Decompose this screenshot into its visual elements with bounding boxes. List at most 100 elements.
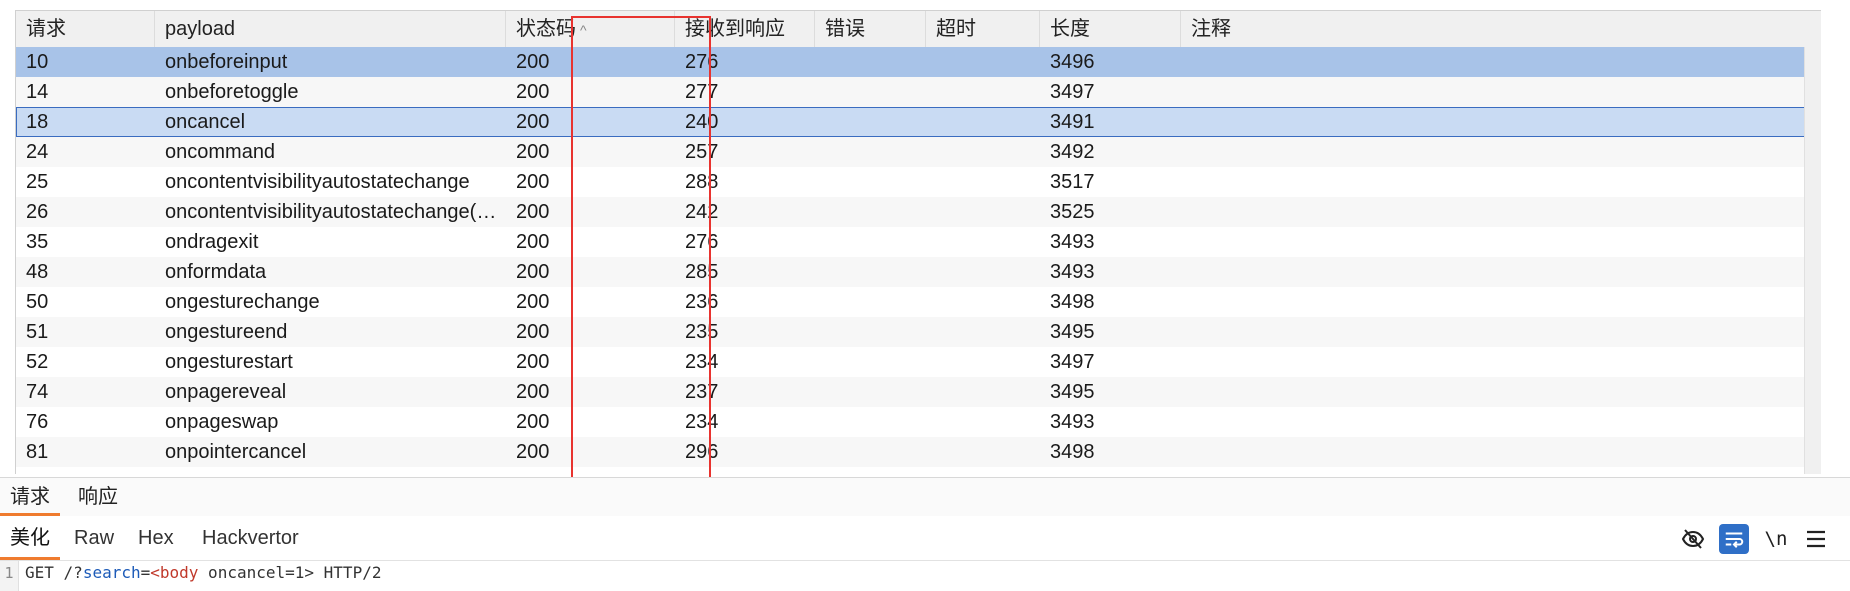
cell-status: 200 xyxy=(516,81,550,103)
table-row[interactable]: 51 ongestureend 200 235 3495 xyxy=(16,317,1805,347)
cell-error xyxy=(815,167,926,197)
cell-status: 200 xyxy=(516,291,550,313)
tab-hackvertor[interactable]: Hackvertor xyxy=(192,516,309,560)
cell-req: 74 xyxy=(26,381,49,403)
col-header-length[interactable]: 长度 xyxy=(1040,11,1181,47)
cell-recv: 296 xyxy=(685,441,719,463)
vertical-scrollbar[interactable] xyxy=(1804,47,1821,474)
cell-payload: oncommand xyxy=(165,141,276,163)
cell-length: 3498 xyxy=(1050,291,1095,313)
cell-comment xyxy=(1181,47,1805,77)
cell-payload: onpagereveal xyxy=(165,381,287,403)
col-header-recv[interactable]: 接收到响应 xyxy=(675,11,815,47)
wrap-lines-icon[interactable] xyxy=(1719,524,1749,554)
equals-sign: = xyxy=(140,563,151,582)
table-row[interactable]: 18 oncancel 200 240 3491 xyxy=(16,107,1805,137)
cell-comment xyxy=(1181,167,1805,197)
newline-icon[interactable]: \n xyxy=(1761,524,1791,554)
cell-recv: 240 xyxy=(685,111,719,133)
cell-status: 200 xyxy=(516,441,550,463)
col-header-req[interactable]: 请求 xyxy=(16,11,155,47)
table-header: 请求 payload 状态码 ^ 接收到响应 错误 超时 长度 注释 xyxy=(16,11,1821,48)
cell-payload: oncontentvisibilityautostatechange(hidd.… xyxy=(165,201,506,223)
cell-length: 3492 xyxy=(1050,141,1095,163)
table-row[interactable]: 76 onpageswap 200 234 3493 xyxy=(16,407,1805,437)
cell-timeout xyxy=(926,347,1040,377)
cell-timeout xyxy=(926,77,1040,107)
cell-recv: 242 xyxy=(685,201,719,223)
table-row[interactable]: 48 onformdata 200 285 3493 xyxy=(16,257,1805,287)
cell-recv: 257 xyxy=(685,141,719,163)
cell-timeout xyxy=(926,287,1040,317)
tab-pretty[interactable]: 美化 xyxy=(0,516,60,560)
request-editor[interactable]: 1 GET /?search=<body oncancel=1> HTTP/2 xyxy=(0,561,1850,591)
http-protocol: HTTP/2 xyxy=(314,563,382,582)
menu-icon[interactable] xyxy=(1801,524,1831,554)
cell-error xyxy=(815,347,926,377)
cell-recv: 276 xyxy=(685,51,719,73)
cell-payload: onformdata xyxy=(165,261,267,283)
eye-off-icon[interactable] xyxy=(1678,524,1708,554)
table-row[interactable]: 25 oncontentvisibilityautostatechange 200 2… xyxy=(16,167,1805,197)
cell-timeout xyxy=(926,437,1040,467)
cell-status: 200 xyxy=(516,201,550,223)
cell-comment xyxy=(1181,227,1805,257)
table-row[interactable]: 14 onbeforetoggle 200 277 3497 xyxy=(16,77,1805,107)
cell-error xyxy=(815,377,926,407)
cell-comment xyxy=(1181,317,1805,347)
cell-error xyxy=(815,77,926,107)
col-header-status-label: 状态码 xyxy=(516,18,576,40)
col-header-payload[interactable]: payload xyxy=(155,11,506,47)
cell-error xyxy=(815,437,926,467)
table-row[interactable]: 10 onbeforeinput 200 276 3496 xyxy=(16,47,1805,77)
table-row[interactable]: 74 onpagereveal 200 237 3495 xyxy=(16,377,1805,407)
tab-raw[interactable]: Raw xyxy=(64,516,124,560)
cell-payload: ongestureend xyxy=(165,321,288,343)
table-row[interactable]: 35 ondragexit 200 276 3493 xyxy=(16,227,1805,257)
col-header-comment[interactable]: 注释 xyxy=(1181,11,1821,47)
cell-payload: onpointercancel xyxy=(165,441,307,463)
cell-length: 3495 xyxy=(1050,321,1095,343)
cell-recv: 288 xyxy=(685,171,719,193)
cell-timeout xyxy=(926,227,1040,257)
cell-req: 76 xyxy=(26,411,49,433)
table-row[interactable]: 26 oncontentvisibilityautostatechange(hid… xyxy=(16,197,1805,227)
col-header-error[interactable]: 错误 xyxy=(815,11,926,47)
cell-comment xyxy=(1181,77,1805,107)
cell-payload: oncontentvisibilityautostatechange xyxy=(165,171,470,193)
cell-recv: 276 xyxy=(685,231,719,253)
cell-length: 3497 xyxy=(1050,81,1095,103)
cell-timeout xyxy=(926,137,1040,167)
cell-timeout xyxy=(926,167,1040,197)
col-header-timeout[interactable]: 超时 xyxy=(926,11,1040,47)
cell-req: 48 xyxy=(26,261,49,283)
cell-timeout xyxy=(926,107,1040,137)
cell-status: 200 xyxy=(516,411,550,433)
table-row[interactable]: 52 ongesturestart 200 234 3497 xyxy=(16,347,1805,377)
cell-comment xyxy=(1181,437,1805,467)
cell-recv: 234 xyxy=(685,351,719,373)
cell-status: 200 xyxy=(516,321,550,343)
cell-length: 3496 xyxy=(1050,51,1095,73)
cell-length: 3498 xyxy=(1050,441,1095,463)
cell-error xyxy=(815,257,926,287)
tab-request[interactable]: 请求 xyxy=(0,478,60,516)
cell-timeout xyxy=(926,377,1040,407)
cell-length: 3493 xyxy=(1050,261,1095,283)
table-row[interactable]: 81 onpointercancel 200 296 3498 xyxy=(16,437,1805,467)
cell-payload: onpageswap xyxy=(165,411,279,433)
col-header-status[interactable]: 状态码 ^ xyxy=(506,11,675,47)
cell-comment xyxy=(1181,197,1805,227)
cell-error xyxy=(815,197,926,227)
table-row[interactable]: 24 oncommand 200 257 3492 xyxy=(16,137,1805,167)
cell-status: 200 xyxy=(516,261,550,283)
cell-length: 3497 xyxy=(1050,351,1095,373)
cell-comment xyxy=(1181,137,1805,167)
table-row[interactable]: 50 ongesturechange 200 236 3498 xyxy=(16,287,1805,317)
tab-hex[interactable]: Hex xyxy=(128,516,184,560)
tab-response[interactable]: 响应 xyxy=(68,478,128,516)
http-method: GET xyxy=(25,563,54,582)
cell-req: 51 xyxy=(26,321,49,343)
cell-length: 3493 xyxy=(1050,231,1095,253)
cell-comment xyxy=(1181,407,1805,437)
